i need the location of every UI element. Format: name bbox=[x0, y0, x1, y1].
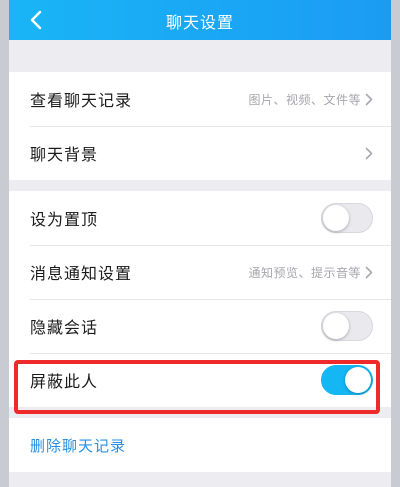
block-contact-toggle[interactable] bbox=[321, 365, 373, 395]
options-group: 设为置顶 消息通知设置 通知预览、提示音等 隐藏会话 屏蔽此人 bbox=[9, 191, 391, 407]
chevron-right-icon bbox=[365, 266, 373, 279]
delete-chat-history-label: 删除聊天记录 bbox=[30, 436, 127, 455]
notification-settings-label: 消息通知设置 bbox=[30, 264, 133, 283]
block-contact-row: 屏蔽此人 bbox=[9, 353, 391, 407]
page-title: 聊天设置 bbox=[165, 13, 234, 32]
screen-edge-right bbox=[391, 0, 400, 487]
delete-group: 删除聊天记录 bbox=[9, 418, 391, 472]
view-chat-history-hint: 图片、视频、文件等 bbox=[248, 92, 361, 107]
chat-background-row[interactable]: 聊天背景 bbox=[9, 126, 391, 180]
hide-conversation-toggle[interactable] bbox=[321, 311, 373, 341]
view-chat-history-row[interactable]: 查看聊天记录 图片、视频、文件等 bbox=[9, 72, 391, 126]
notification-settings-row[interactable]: 消息通知设置 通知预览、提示音等 bbox=[9, 245, 391, 299]
view-chat-history-label: 查看聊天记录 bbox=[30, 91, 133, 110]
screen-edge-left bbox=[0, 0, 9, 487]
notification-settings-hint: 通知预览、提示音等 bbox=[248, 265, 361, 280]
toggle-knob bbox=[323, 205, 349, 231]
chevron-right-icon bbox=[365, 147, 373, 160]
chat-background-label: 聊天背景 bbox=[30, 145, 99, 164]
toggle-knob bbox=[345, 367, 371, 393]
delete-chat-history-row[interactable]: 删除聊天记录 bbox=[9, 418, 391, 472]
pin-chat-row: 设为置顶 bbox=[9, 191, 391, 245]
records-group: 查看聊天记录 图片、视频、文件等 聊天背景 bbox=[9, 72, 391, 180]
pin-chat-toggle[interactable] bbox=[321, 203, 373, 233]
chat-settings-screen: 聊天设置 查看聊天记录 图片、视频、文件等 聊天背景 设为置顶 消息通知设置 通 bbox=[0, 0, 400, 487]
toggle-knob bbox=[323, 313, 349, 339]
header-bar: 聊天设置 bbox=[0, 0, 400, 40]
pin-chat-label: 设为置顶 bbox=[30, 210, 99, 229]
hide-conversation-row: 隐藏会话 bbox=[9, 299, 391, 353]
chevron-right-icon bbox=[365, 93, 373, 106]
block-contact-label: 屏蔽此人 bbox=[30, 372, 99, 391]
hide-conversation-label: 隐藏会话 bbox=[30, 318, 99, 337]
